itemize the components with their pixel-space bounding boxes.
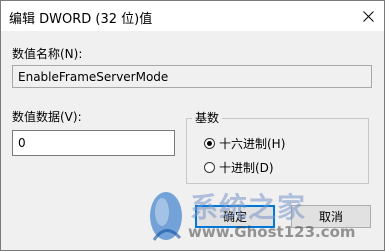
close-button[interactable] (352, 1, 384, 31)
value-name-text: EnableFrameServerMode (18, 69, 169, 84)
radio-unchecked-icon (204, 162, 215, 173)
value-name-label: 数值名称(N): (12, 47, 83, 61)
value-data-text: 0 (18, 136, 26, 150)
edit-dword-dialog: 编辑 DWORD (32 位)值 数值名称(N): EnableFrameSer… (0, 0, 385, 251)
value-data-input[interactable]: 0 (12, 130, 175, 156)
radio-checked-icon (204, 138, 215, 149)
ok-button[interactable]: 确定 (195, 205, 275, 228)
radio-hexadecimal[interactable]: 十六进制(H) (204, 135, 285, 152)
value-data-label: 数值数据(V): (12, 110, 82, 124)
cancel-button[interactable]: 取消 (291, 205, 371, 228)
radio-hexadecimal-label: 十六进制(H) (219, 137, 286, 151)
title-bar[interactable]: 编辑 DWORD (32 位)值 (1, 1, 384, 31)
close-icon (362, 10, 374, 22)
value-name-field[interactable]: EnableFrameServerMode (12, 65, 372, 88)
radio-decimal-label: 十进制(D) (219, 161, 274, 175)
cancel-button-label: 取消 (318, 210, 343, 224)
dialog-title: 编辑 DWORD (32 位)值 (9, 12, 153, 27)
base-group-title: 基数 (192, 109, 223, 126)
radio-decimal[interactable]: 十进制(D) (204, 159, 274, 176)
ok-button-label: 确定 (222, 210, 247, 224)
